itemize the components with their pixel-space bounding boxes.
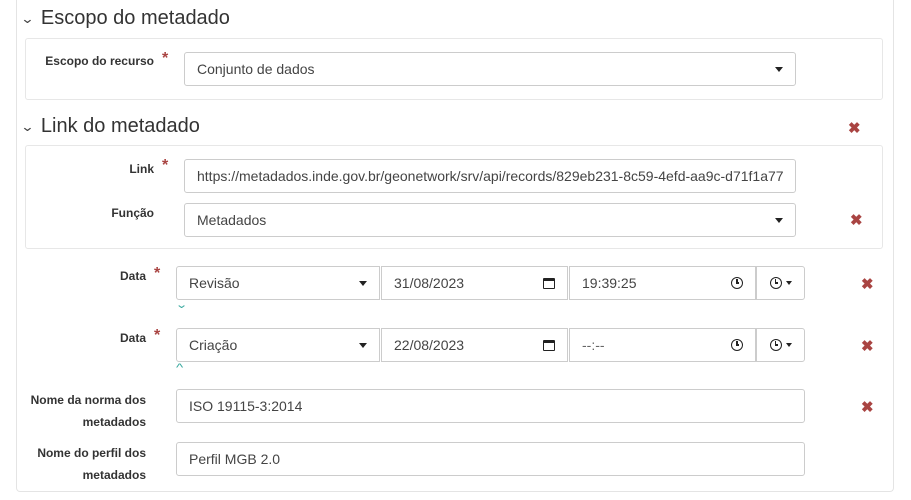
funcao-value: Metadados xyxy=(197,212,267,228)
norma-label: Nome da norma dos metadados xyxy=(20,389,146,433)
required-marker: * xyxy=(154,265,161,282)
escopo-recurso-value: Conjunto de dados xyxy=(197,61,315,77)
dropdown-caret-icon xyxy=(785,281,792,285)
expand-chevron-down-icon[interactable]: ⌄ xyxy=(175,298,188,311)
remove-data2-icon[interactable]: ✖ xyxy=(861,339,874,354)
required-marker: * xyxy=(162,157,169,174)
escopo-recurso-label: Escopo do recurso xyxy=(45,54,154,68)
dropdown-caret-icon xyxy=(775,66,783,72)
data1-type-select[interactable]: Revisão xyxy=(176,266,380,300)
data2-time-value: --:-- xyxy=(582,337,605,353)
data2-label: Data xyxy=(119,331,146,345)
calendar-icon[interactable] xyxy=(543,277,555,289)
data1-time-dropdown-button[interactable] xyxy=(756,266,805,300)
dropdown-caret-icon xyxy=(785,343,792,347)
section-link-title: Link do metadado xyxy=(40,115,200,137)
norma-label-line2: metadados xyxy=(82,415,146,429)
funcao-label: Função xyxy=(111,206,154,220)
clock-icon xyxy=(769,277,782,289)
perfil-value: Perfil MGB 2.0 xyxy=(189,451,281,467)
section-escopo-header[interactable]: ⌄ Escopo do metadado xyxy=(20,7,230,30)
data1-label: Data xyxy=(119,269,146,283)
perfil-label: Nome do perfil dos metadados xyxy=(20,442,146,486)
data2-time-input[interactable]: --:-- xyxy=(569,328,756,362)
dropdown-caret-icon xyxy=(359,342,367,348)
remove-section-link-icon[interactable]: ✖ xyxy=(848,121,861,136)
norma-input[interactable]: ISO 19115-3:2014 xyxy=(176,389,805,423)
calendar-icon[interactable] xyxy=(543,339,555,351)
chevron-down-icon: ⌄ xyxy=(20,10,35,26)
data2-type-value: Criação xyxy=(189,337,238,353)
perfil-label-line2: metadados xyxy=(82,468,146,482)
data1-time-input[interactable]: 19:39:25 xyxy=(569,266,756,300)
dropdown-caret-icon xyxy=(775,217,783,223)
remove-data1-icon[interactable]: ✖ xyxy=(861,277,874,292)
chevron-down-icon: ⌄ xyxy=(20,118,35,134)
data1-time-value: 19:39:25 xyxy=(582,275,637,291)
norma-value: ISO 19115-3:2014 xyxy=(189,398,303,414)
escopo-recurso-select[interactable]: Conjunto de dados xyxy=(184,52,796,86)
data1-type-value: Revisão xyxy=(189,275,240,291)
data1-date-value: 31/08/2023 xyxy=(394,275,465,291)
perfil-input[interactable]: Perfil MGB 2.0 xyxy=(176,442,805,476)
required-marker: * xyxy=(162,50,169,67)
data2-time-dropdown-button[interactable] xyxy=(756,328,805,362)
perfil-label-line1: Nome do perfil dos xyxy=(37,446,146,460)
funcao-select[interactable]: Metadados xyxy=(184,203,796,237)
link-value: https://metadados.inde.gov.br/geonetwork… xyxy=(197,168,783,184)
clock-icon xyxy=(769,339,782,351)
clock-icon[interactable] xyxy=(731,339,743,351)
collapse-chevron-up-icon[interactable]: ^ xyxy=(176,362,183,374)
link-input[interactable]: https://metadados.inde.gov.br/geonetwork… xyxy=(184,159,796,193)
clock-icon[interactable] xyxy=(731,277,743,289)
remove-funcao-icon[interactable]: ✖ xyxy=(850,213,863,228)
data2-date-value: 22/08/2023 xyxy=(394,337,465,353)
data1-date-input[interactable]: 31/08/2023 xyxy=(381,266,568,300)
norma-label-line1: Nome da norma dos xyxy=(30,393,146,407)
dropdown-caret-icon xyxy=(359,280,367,286)
required-marker: * xyxy=(154,327,161,344)
section-escopo-title: Escopo do metadado xyxy=(40,7,230,29)
data2-date-input[interactable]: 22/08/2023 xyxy=(381,328,568,362)
link-label: Link xyxy=(129,162,154,176)
remove-norma-icon[interactable]: ✖ xyxy=(861,400,874,415)
data2-type-select[interactable]: Criação xyxy=(176,328,380,362)
section-link-header[interactable]: ⌄ Link do metadado xyxy=(20,115,200,138)
